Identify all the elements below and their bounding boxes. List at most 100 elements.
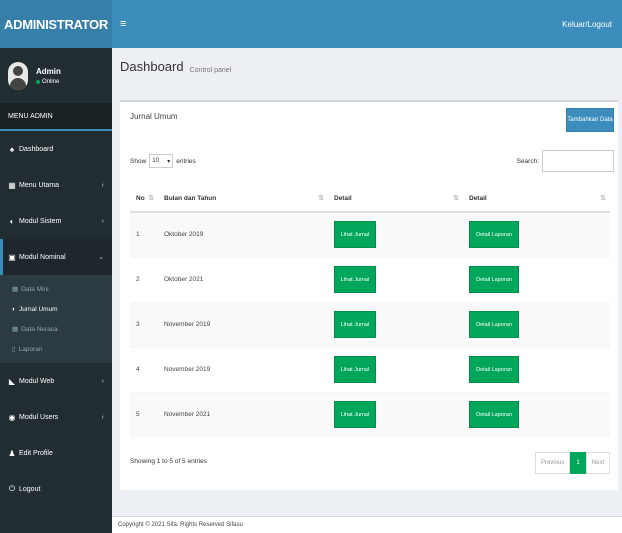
search-label: Search: [516,157,539,165]
sidebar-item-modul-nominal[interactable]: ▣ Modul Nominal ⌄ [0,239,112,275]
row-no: 2 [130,256,158,302]
footer: Copyright © 2021 Sifa. Rights Reserved S… [112,516,622,533]
search-input[interactable] [542,150,614,172]
add-data-button[interactable]: Tambahkan Data [566,108,614,132]
sort-icon: ⇅ [600,195,606,202]
sort-icon: ⇅ [318,195,324,202]
detail-laporan-button[interactable]: Detail Laporan [469,356,519,383]
sort-icon: ⇅ [148,195,154,202]
sidebar-item-logout[interactable]: ⏻ Logout [0,471,112,507]
row-period: November 2019 [158,301,328,347]
chevron-left-icon: ‹ [101,217,104,225]
dashboard-icon: ♠ [9,144,15,154]
user-status-label: Online [42,78,60,85]
sub-item-data-mini[interactable]: ▦ Data Mini [0,279,112,299]
page-subtitle: Control panel [189,67,232,74]
detail-laporan-button[interactable]: Detail Laporan [469,401,519,429]
sidebar-item-modul-web[interactable]: ◣ Modul Web ‹ [0,363,112,399]
web-icon: ◣ [8,376,16,386]
sub-item-data-neraca[interactable]: ▦ Data Neraca [0,319,112,339]
entries-value: 10 [152,158,159,164]
table-row: 1 Oktober 2019 Lihat Jurnal Detail Lapor… [130,211,610,257]
user-name: Admin [36,66,61,76]
chevron-down-icon: ▾ [167,158,171,165]
detail-laporan-button[interactable]: Detail Laporan [469,266,519,293]
jurnal-box: Jurnal Umum Tambahkan Data Show 10 ▾ ent… [120,100,618,490]
file-icon: ▯ [12,346,16,353]
signout-label: Keluar/Logout [562,19,612,29]
page-1-button[interactable]: 1 [570,452,586,474]
menu-icon: ▦ [8,180,16,190]
top-bar: ADMINISTRATOR ≡ Keluar/Logout [0,0,622,59]
row-no: 1 [130,211,158,257]
user-panel: Admin Online [0,48,112,103]
sidebar-toggle-icon[interactable]: ≡ [120,18,126,30]
sub-item-label: Jurnal Umum [18,305,58,313]
sidebar-item-modul-users[interactable]: ◉ Modul Users ‹ [0,399,112,435]
view-jurnal-button[interactable]: Lihat Jurnal [334,356,376,383]
sub-item-jurnal-umum[interactable]: ◐ Jurnal Umum [0,299,112,319]
sidebar-item-label: Modul Nominal [19,253,66,261]
view-jurnal-button[interactable]: Lihat Jurnal [334,221,376,249]
column-header-detail-1[interactable]: Detail ⇅ [328,186,463,213]
clock-icon: ◐ [12,305,16,313]
user-icon: ♟ [8,448,16,458]
sub-item-label: Data Mini [21,285,49,293]
content-header: Dashboard Control panel [112,48,622,98]
book-icon: ▣ [8,252,16,262]
table-row: 4 November 2019 Lihat Jurnal Detail Lapo… [130,346,610,392]
row-period: November 2019 [158,346,328,392]
sidebar-item-label: Modul Users [19,413,59,421]
row-period: Oktober 2019 [158,211,328,257]
list-icon: ▦ [12,326,19,333]
sidebar-item-dashboard[interactable]: ♠ Dashboard [0,131,112,167]
avatar [8,61,28,90]
sidebar-item-label: Dashboard [19,145,54,153]
sidebar-item-label: Logout [19,485,41,493]
sidebar: Admin Online MENU ADMIN ♠ Dashboard ▦ Menu… [0,48,112,533]
view-jurnal-button[interactable]: Lihat Jurnal [334,311,376,338]
table-header-row: No ⇅ Bulan dan Tahun ⇅ Detail ⇅ Detail ⇅ [130,186,610,213]
detail-laporan-button[interactable]: Detail Laporan [469,221,519,249]
entries-select[interactable]: 10 ▾ [149,154,174,168]
column-header-no[interactable]: No ⇅ [130,186,158,213]
submenu: ▦ Data Mini ◐ Jurnal Umum ▦ Data Neraca ▯ La… [0,275,112,363]
sub-item-label: Laporan [18,345,43,353]
content-area: Dashboard Control panel Jurnal Umum Tamb… [112,48,622,533]
detail-laporan-button[interactable]: Detail Laporan [469,311,519,338]
sort-icon: ⇅ [453,195,459,202]
chevron-down-icon: ⌄ [98,254,104,261]
sidebar-item-modul-sistem[interactable]: ◐ Modul Sistem ‹ [0,203,112,239]
view-jurnal-button[interactable]: Lihat Jurnal [334,266,376,293]
signout-link[interactable]: Keluar/Logout [8,19,612,59]
navbar: ≡ Keluar/Logout [8,0,622,59]
page-title: Dashboard [120,59,184,74]
next-button[interactable]: Next [585,452,610,474]
sub-item-laporan[interactable]: ▯ Laporan [0,339,112,359]
column-header-period[interactable]: Bulan dan Tahun ⇅ [158,186,328,213]
row-no: 5 [130,391,158,437]
power-icon: ⏻ [8,484,16,493]
view-jurnal-button[interactable]: Lihat Jurnal [334,401,376,429]
sidebar-item-edit-profile[interactable]: ♟ Edit Profile [0,435,112,471]
pagination: Previous 1 Next [534,452,610,474]
sidebar-item-label: Modul Sistem [19,217,62,225]
column-header-detail-2[interactable]: Detail ⇅ [463,186,610,213]
brand-logo[interactable]: ADMINISTRATOR [0,0,112,48]
sub-item-label: Data Neraca [21,325,58,333]
chevron-left-icon: ‹ [101,413,104,421]
online-dot-icon [36,79,40,84]
row-period: Oktober 2021 [158,256,328,302]
previous-button[interactable]: Previous [534,452,571,474]
user-status: Online [36,79,61,85]
row-no: 4 [130,346,158,392]
sidebar-item-label: Modul Web [19,377,55,385]
show-label: Show [130,157,147,165]
chevron-left-icon: ‹ [101,181,104,189]
sidebar-item-label: Menu Utama [19,181,60,189]
chevron-left-icon: ‹ [101,377,104,385]
search: Search: [517,150,614,172]
row-no: 3 [130,301,158,347]
sidebar-item-menu-utama[interactable]: ▦ Menu Utama ‹ [0,167,112,203]
list-icon: ▦ [12,286,19,293]
